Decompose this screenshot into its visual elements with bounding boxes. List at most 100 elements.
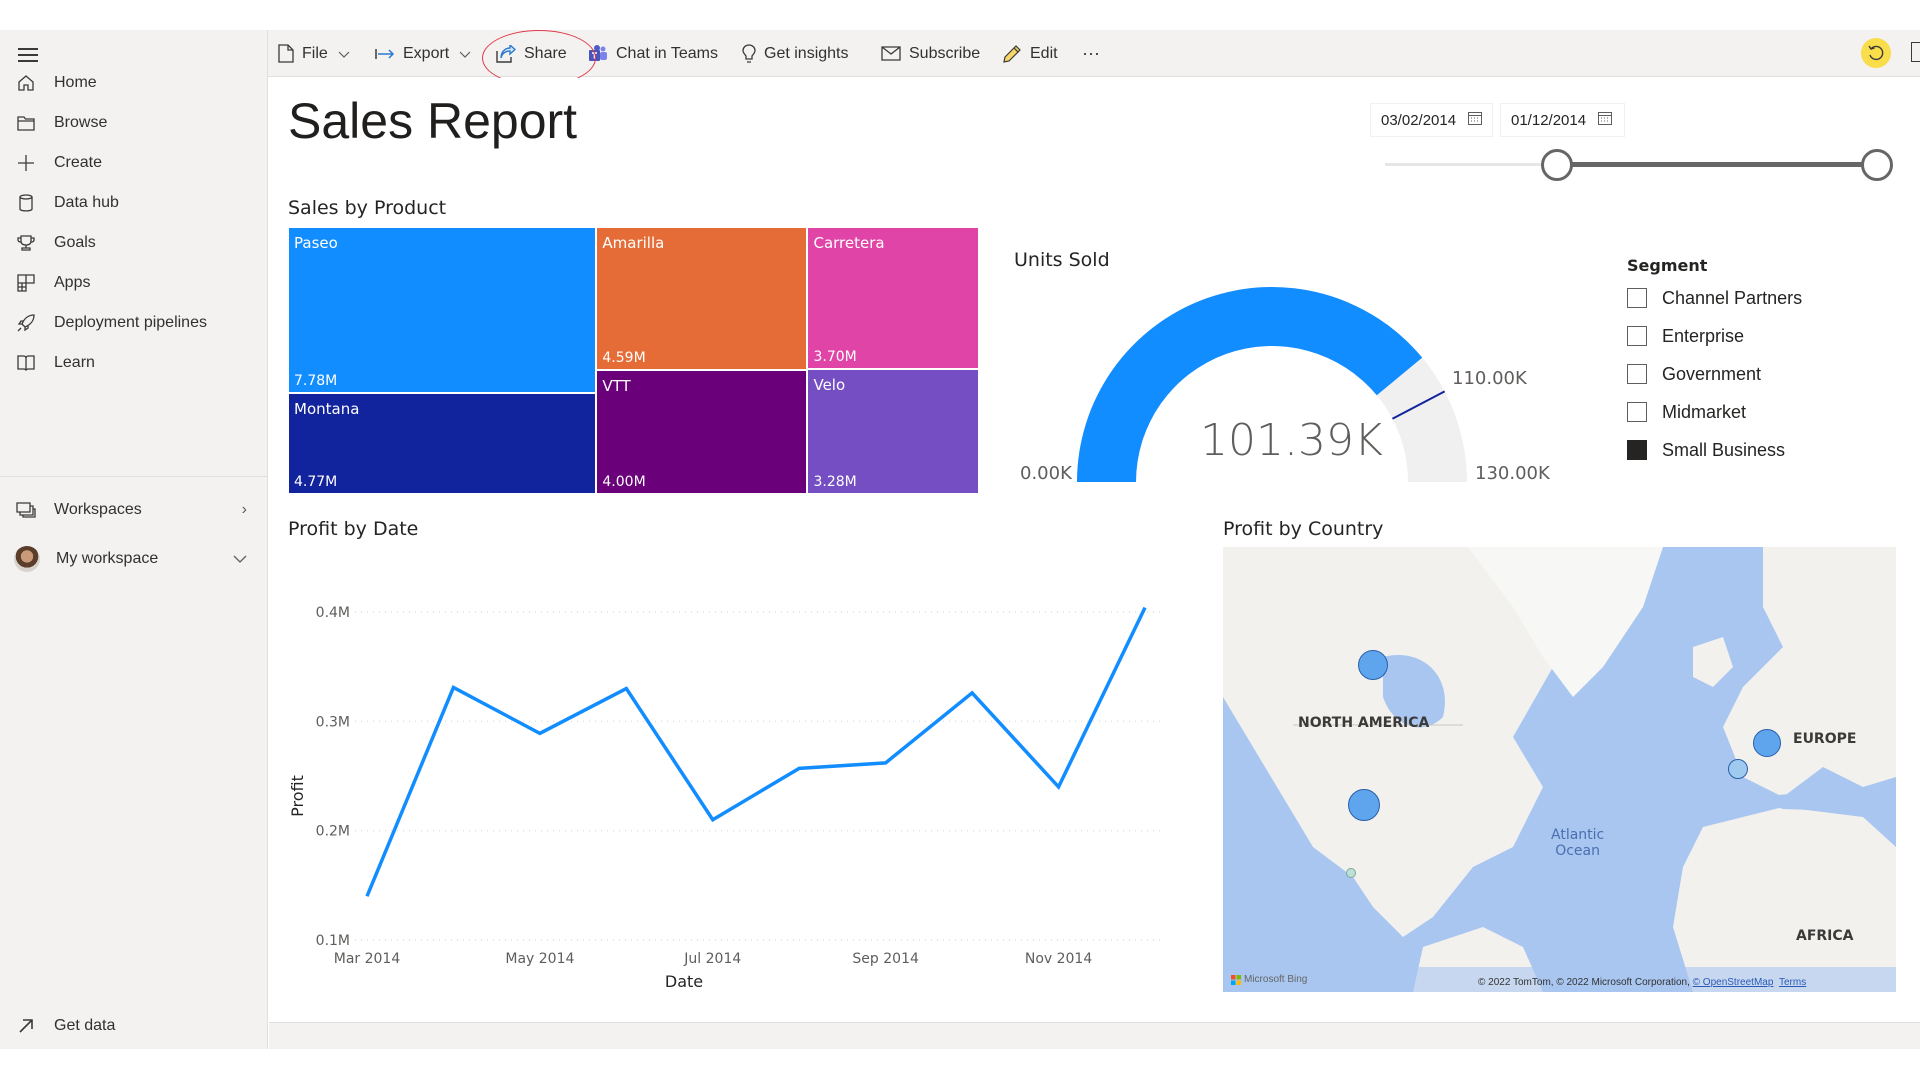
slicer-option-small-business[interactable]: Small Business	[1627, 436, 1785, 464]
openstreetmap-link[interactable]: © OpenStreetMap	[1693, 977, 1774, 988]
end-date-value: 01/12/2014	[1511, 112, 1586, 129]
copyright-text: © 2022 TomTom, © 2022 Microsoft Corporat…	[1478, 977, 1693, 988]
folder-icon	[16, 113, 36, 133]
segment-slicer-title: Segment	[1627, 256, 1707, 275]
treemap-cell-label: Montana	[294, 400, 359, 418]
calendar-icon[interactable]	[1468, 112, 1482, 129]
map-bubble-france[interactable]	[1728, 759, 1748, 779]
subscribe-button[interactable]: Subscribe	[881, 30, 980, 77]
treemap-cell-velo[interactable]: Velo 3.28M	[807, 369, 979, 494]
calendar-icon[interactable]	[1598, 112, 1612, 129]
export-menu-button[interactable]: Export	[375, 30, 479, 77]
lightbulb-icon	[742, 44, 756, 64]
start-date-input[interactable]: 03/02/2014	[1370, 103, 1493, 137]
treemap-cell-amarilla[interactable]: Amarilla4.59M	[596, 227, 807, 370]
mail-icon	[881, 46, 901, 61]
map-bubble-germany[interactable]	[1753, 729, 1781, 757]
sidebar-item-workspaces[interactable]: Workspaces ›	[0, 490, 267, 530]
checkbox[interactable]	[1627, 402, 1647, 422]
reset-to-default-button[interactable]	[1861, 38, 1891, 68]
gauge-title: Units Sold	[1014, 249, 1110, 271]
sidebar-item-label: Deployment pipelines	[54, 314, 207, 332]
treemap-cell-vtt[interactable]: VTT4.00M	[596, 370, 807, 494]
slider-end-handle[interactable]	[1861, 149, 1893, 181]
map-bubble-united-states-of-america[interactable]	[1348, 789, 1380, 821]
sidebar-item-browse[interactable]: Browse	[0, 103, 267, 143]
hamburger-menu-icon[interactable]	[18, 48, 38, 62]
chevron-down-icon	[459, 47, 479, 61]
comment-icon[interactable]	[1911, 42, 1920, 62]
slider-start-handle[interactable]	[1541, 149, 1573, 181]
checkbox[interactable]	[1627, 364, 1647, 384]
x-tick-label: Sep 2014	[852, 951, 919, 967]
export-label: Export	[403, 45, 449, 63]
sidebar-nav: Home Browse Create Data hub Goals Apps D…	[0, 30, 268, 1049]
y-tick-label: 0.1M	[316, 933, 350, 949]
get-insights-button[interactable]: Get insights	[742, 30, 848, 77]
x-tick-label: Nov 2014	[1025, 951, 1092, 967]
chat-in-teams-button[interactable]: Chat in Teams	[588, 30, 718, 77]
treemap-cell-label: Paseo	[294, 234, 338, 252]
share-button[interactable]: Share	[496, 30, 567, 77]
terms-link[interactable]: Terms	[1779, 977, 1806, 988]
sidebar-item-goals[interactable]: Goals	[0, 223, 267, 263]
y-tick-label: 0.2M	[316, 824, 350, 840]
map-attribution: © 2022 TomTom, © 2022 Microsoft Corporat…	[1478, 977, 1806, 988]
sidebar-item-home[interactable]: Home	[0, 63, 267, 103]
map-title: Profit by Country	[1223, 518, 1383, 540]
gauge-value: 101.39K	[1200, 415, 1383, 466]
undo-icon	[1867, 44, 1885, 62]
subscribe-label: Subscribe	[909, 45, 980, 63]
workspaces-icon	[16, 500, 36, 520]
map-bubble-canada[interactable]	[1358, 650, 1388, 680]
europe-label: EUROPE	[1793, 731, 1856, 747]
slicer-option-government[interactable]: Government	[1627, 360, 1761, 388]
home-icon	[16, 73, 36, 93]
treemap-cell-carretera[interactable]: Carretera3.70M	[807, 227, 979, 369]
file-menu-button[interactable]: File	[278, 30, 358, 77]
treemap-cell-label: VTT	[602, 377, 630, 395]
checkbox[interactable]	[1627, 440, 1647, 460]
date-range-slider-fill	[1557, 162, 1877, 167]
map-bubble-mexico[interactable]	[1346, 868, 1356, 878]
sidebar-item-label: Get data	[54, 1017, 115, 1035]
sidebar-item-learn[interactable]: Learn	[0, 343, 267, 383]
sidebar-item-my-workspace[interactable]: My workspace	[0, 539, 267, 579]
slicer-option-midmarket[interactable]: Midmarket	[1627, 398, 1746, 426]
sidebar-item-get-data[interactable]: Get data	[0, 1006, 267, 1046]
chevron-right-icon: ›	[242, 501, 247, 519]
treemap-cell-montana[interactable]: Montana4.77M	[288, 393, 596, 494]
chevron-down-icon	[233, 550, 247, 568]
file-label: File	[302, 45, 328, 63]
line-chart-title: Profit by Date	[288, 518, 418, 540]
checkbox[interactable]	[1627, 326, 1647, 346]
sidebar-item-create[interactable]: Create	[0, 143, 267, 183]
north-america-label: NORTH AMERICA	[1298, 715, 1429, 731]
bing-label: Microsoft Bing	[1244, 974, 1307, 985]
sidebar-item-label: Data hub	[54, 194, 119, 212]
arrow-up-right-icon	[16, 1016, 36, 1036]
sidebar-item-label: Goals	[54, 234, 96, 252]
slicer-option-channel-partners[interactable]: Channel Partners	[1627, 284, 1802, 312]
export-icon	[375, 48, 395, 60]
end-date-input[interactable]: 01/12/2014	[1500, 103, 1625, 137]
treemap-cell-label: Velo	[813, 376, 845, 394]
avatar	[14, 546, 40, 572]
checkbox[interactable]	[1627, 288, 1647, 308]
treemap-cell-label: Amarilla	[602, 234, 664, 252]
sidebar-item-label: Home	[54, 74, 97, 92]
profit-by-country-map[interactable]: NORTH AMERICA EUROPE AFRICA Atlantic Oce…	[1223, 547, 1896, 992]
edit-button[interactable]: Edit	[1002, 30, 1058, 77]
treemap-cell-value: 3.28M	[813, 474, 856, 490]
sidebar-item-apps[interactable]: Apps	[0, 263, 267, 303]
page-tabs-bar	[269, 1022, 1920, 1049]
more-options-button[interactable]: ···	[1082, 30, 1100, 77]
atlantic-label-line2: Ocean	[1551, 843, 1604, 859]
sidebar-item-data-hub[interactable]: Data hub	[0, 183, 267, 223]
sidebar-item-deployment-pipelines[interactable]: Deployment pipelines	[0, 303, 267, 343]
database-icon	[16, 193, 36, 213]
treemap-cell-paseo[interactable]: Paseo7.78M	[288, 227, 596, 393]
more-options-icon: ···	[1082, 43, 1100, 64]
bing-logo: Microsoft Bing	[1231, 974, 1307, 985]
slicer-option-enterprise[interactable]: Enterprise	[1627, 322, 1744, 350]
